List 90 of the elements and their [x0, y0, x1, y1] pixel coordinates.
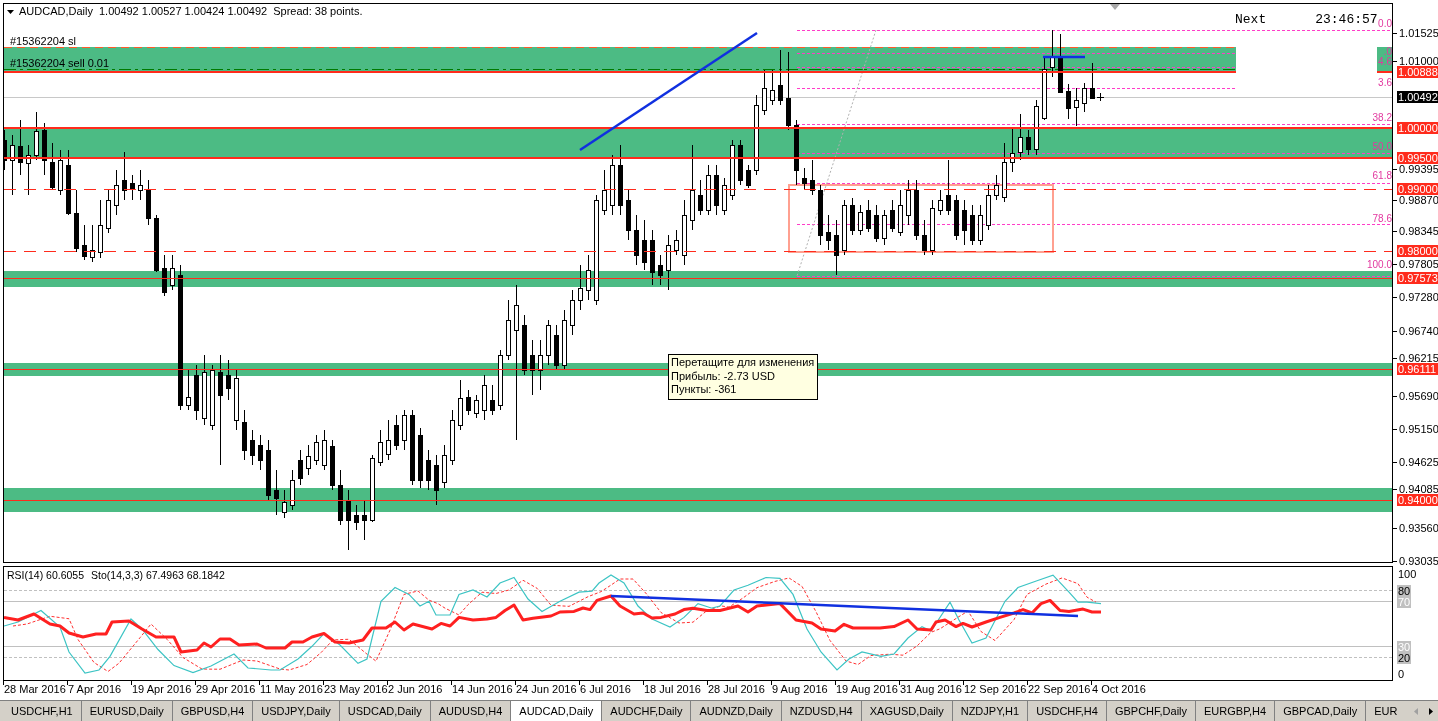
price-tick-label: 0.95690 [1399, 390, 1438, 402]
tooltip-text: Перетащите для изменения [671, 356, 815, 370]
order-label: #15362204 sell 0.01 [10, 56, 110, 70]
caret-icon[interactable] [7, 9, 14, 14]
fib-level-label: 3.6 [1378, 78, 1392, 88]
date-label: 28 Jul 2016 [708, 683, 765, 696]
chart-tab[interactable]: AUDCAD,Daily [511, 701, 603, 721]
indicator-label: Sto(14,3,3) 67.4963 68.1842 [91, 569, 225, 581]
date-label: 2 Jun 2016 [388, 683, 443, 696]
price-line-label: 1.00000 [1397, 122, 1438, 134]
chart-tab[interactable]: NZDUSD,H4 [781, 701, 862, 721]
price-line-label: 0.96111 [1397, 363, 1438, 375]
date-label: 4 Oct 2016 [1092, 683, 1146, 696]
fib-level-label: 4.6 [1378, 57, 1392, 67]
chart-tab[interactable]: USDCHF,H1 [3, 701, 82, 721]
order-label: #15362204 sl [10, 34, 77, 48]
date-label: 19 Aug 2016 [836, 683, 898, 696]
fib-level-label: 50.0 [1372, 142, 1392, 152]
bid-price-label: 1.00492 [1397, 91, 1438, 103]
fib-level-label: 38.2 [1372, 113, 1392, 123]
price-line-label: 0.99500 [1397, 152, 1438, 164]
chart-tab[interactable]: XAGUSD,Daily [861, 701, 953, 721]
triangle-marker-icon[interactable] [1110, 4, 1120, 10]
chart-tab[interactable]: USDCHF,H4 [1028, 701, 1107, 721]
price-line-label: 0.97573 [1397, 272, 1438, 284]
price-tick-label: 0.96740 [1399, 325, 1438, 337]
fib-level-label: .0 [1383, 47, 1392, 57]
price-line-label: 0.99000 [1397, 183, 1438, 195]
chart-tab[interactable]: NZDJPY,H1 [952, 701, 1029, 721]
indicator-scale-label: 100 [1397, 568, 1418, 580]
price-tick-label: 0.95150 [1399, 423, 1438, 435]
date-label: 23 May 2016 [324, 683, 388, 696]
price-tick-label: 0.94625 [1399, 456, 1438, 468]
chart-tab[interactable]: GBPUSD,H4 [172, 701, 254, 721]
date-label: 18 Jul 2016 [644, 683, 701, 696]
price-tick-label: 1.01000 [1399, 55, 1438, 67]
chart-tab[interactable]: AUDNZD,Daily [691, 701, 782, 721]
price-tick-label: 0.96215 [1399, 352, 1438, 364]
price-line-label: 1.00888 [1397, 66, 1438, 78]
fib-level-label: 100.0 [1366, 260, 1392, 270]
tooltip-text: Пункты: -361 [671, 383, 738, 397]
indicator-scale-label: 30 [1397, 641, 1412, 653]
price-tick-label: 1.01525 [1399, 27, 1438, 39]
countdown-label: Next [1235, 13, 1267, 27]
countdown-time: 23:46:57 [1315, 13, 1378, 27]
chart-tab[interactable]: AUDCHF,Daily [602, 701, 692, 721]
price-tick-label: 0.93035 [1399, 555, 1438, 567]
date-label: 31 Aug 2016 [900, 683, 962, 696]
date-label: 24 Jun 2016 [516, 683, 577, 696]
price-tick-label: 0.98345 [1399, 225, 1438, 237]
price-tick-label: 0.93560 [1399, 522, 1438, 534]
chart-tab[interactable]: EURUSD,Daily [81, 701, 173, 721]
indicator-label: RSI(14) 60.6055 [7, 569, 85, 581]
date-label: 28 Mar 2016 [4, 683, 66, 696]
date-label: 14 Jun 2016 [452, 683, 513, 696]
chart-tab[interactable]: GBPCHF,Daily [1106, 701, 1197, 721]
indicator-scale-label: 80 [1397, 585, 1412, 597]
price-line-label: 0.94000 [1397, 494, 1438, 506]
price-tick-label: 0.94085 [1399, 483, 1438, 495]
indicator-scale-label: 20 [1397, 652, 1412, 664]
date-label: 19 Apr 2016 [132, 683, 192, 696]
chart-tab[interactable]: GBPCAD,Daily [1275, 701, 1367, 721]
date-label: 22 Sep 2016 [1028, 683, 1091, 696]
symbol-label: AUDCAD,Daily [19, 5, 93, 18]
date-label: 12 Sep 2016 [964, 683, 1027, 696]
chart-tab[interactable]: EURGBP,H4 [1196, 701, 1276, 721]
ohlc-values: 1.00492 1.00527 1.00424 1.00492 [98, 5, 268, 18]
date-label: 9 Aug 2016 [772, 683, 828, 696]
price-line-label: 0.98000 [1397, 245, 1438, 257]
date-label: 29 Apr 2016 [196, 683, 256, 696]
price-level-line [1376, 71, 1392, 73]
trend-line [1043, 55, 1085, 59]
zone-band [1377, 47, 1392, 72]
price-tick-label: 0.99395 [1399, 163, 1438, 175]
price-tick-label: 0.98870 [1399, 194, 1438, 206]
indicator-scale-label: 70 [1397, 596, 1412, 608]
indicator-scale-label: 0 [1397, 668, 1406, 680]
fib-level-label: 0.0 [1378, 19, 1392, 29]
price-tick-label: 0.97280 [1399, 291, 1438, 303]
date-label: 11 May 2016 [260, 683, 323, 696]
fib-level-label: 61.8 [1372, 171, 1392, 181]
date-label: 6 Jul 2016 [580, 683, 631, 696]
chart-tab[interactable]: USDJPY,Daily [253, 701, 340, 721]
chart-tab[interactable]: EUR [1366, 701, 1405, 721]
tooltip-text: Прибыль: -2.73 USD [671, 369, 776, 383]
chart-tab[interactable]: USDCAD,Daily [339, 701, 431, 721]
price-tick-label: 0.97805 [1399, 258, 1438, 270]
fib-level-label: 78.6 [1372, 214, 1392, 224]
spread-label: Spread: 38 points. [273, 5, 363, 18]
date-label: 7 Apr 2016 [68, 683, 122, 696]
